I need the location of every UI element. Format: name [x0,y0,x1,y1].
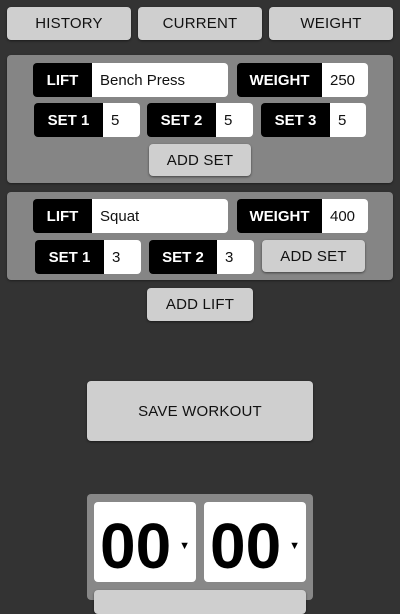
tab-current[interactable]: CURRENT [138,7,262,40]
set-label: SET 2 [147,103,216,137]
weight-input[interactable]: 400 [322,199,368,233]
set-reps-input[interactable]: 5 [216,103,253,137]
lift-label: LIFT [33,199,92,233]
set-field-2[interactable]: SET 2 3 [149,240,254,274]
set-label: SET 1 [34,103,103,137]
lift-name-input[interactable]: Bench Press [92,63,228,97]
seconds-value: 00 [210,510,282,582]
lift-name-field[interactable]: LIFT Bench Press [33,63,228,97]
set-field-1[interactable]: SET 1 3 [35,240,141,274]
dropdown-caret-icon: ▼ [289,540,300,552]
weight-input[interactable]: 250 [322,63,368,97]
add-set-button[interactable]: ADD SET [149,144,251,176]
seconds-spinner[interactable]: 00 ▼ [204,502,306,582]
timer-start-button[interactable] [94,590,306,614]
add-set-button[interactable]: ADD SET [262,240,365,272]
set-label: SET 3 [261,103,330,137]
lift-name-field[interactable]: LIFT Squat [33,199,228,233]
set-reps-input[interactable]: 5 [103,103,140,137]
minutes-value: 00 [100,510,172,582]
save-workout-button[interactable]: SAVE WORKOUT [87,381,313,441]
set-reps-input[interactable]: 3 [104,240,141,274]
weight-field[interactable]: WEIGHT 400 [237,199,368,233]
weight-label: WEIGHT [237,63,322,97]
dropdown-caret-icon: ▼ [179,540,190,552]
set-label: SET 1 [35,240,104,274]
set-field-1[interactable]: SET 1 5 [34,103,140,137]
lift-name-input[interactable]: Squat [92,199,228,233]
tab-history[interactable]: HISTORY [7,7,131,40]
set-reps-input[interactable]: 5 [330,103,366,137]
set-field-3[interactable]: SET 3 5 [261,103,366,137]
weight-field[interactable]: WEIGHT 250 [237,63,368,97]
set-reps-input[interactable]: 3 [217,240,254,274]
weight-label: WEIGHT [237,199,322,233]
minutes-spinner[interactable]: 00 ▼ [94,502,196,582]
add-lift-button[interactable]: ADD LIFT [147,288,253,321]
set-field-2[interactable]: SET 2 5 [147,103,253,137]
lift-label: LIFT [33,63,92,97]
tab-weight[interactable]: WEIGHT [269,7,393,40]
set-label: SET 2 [149,240,217,274]
